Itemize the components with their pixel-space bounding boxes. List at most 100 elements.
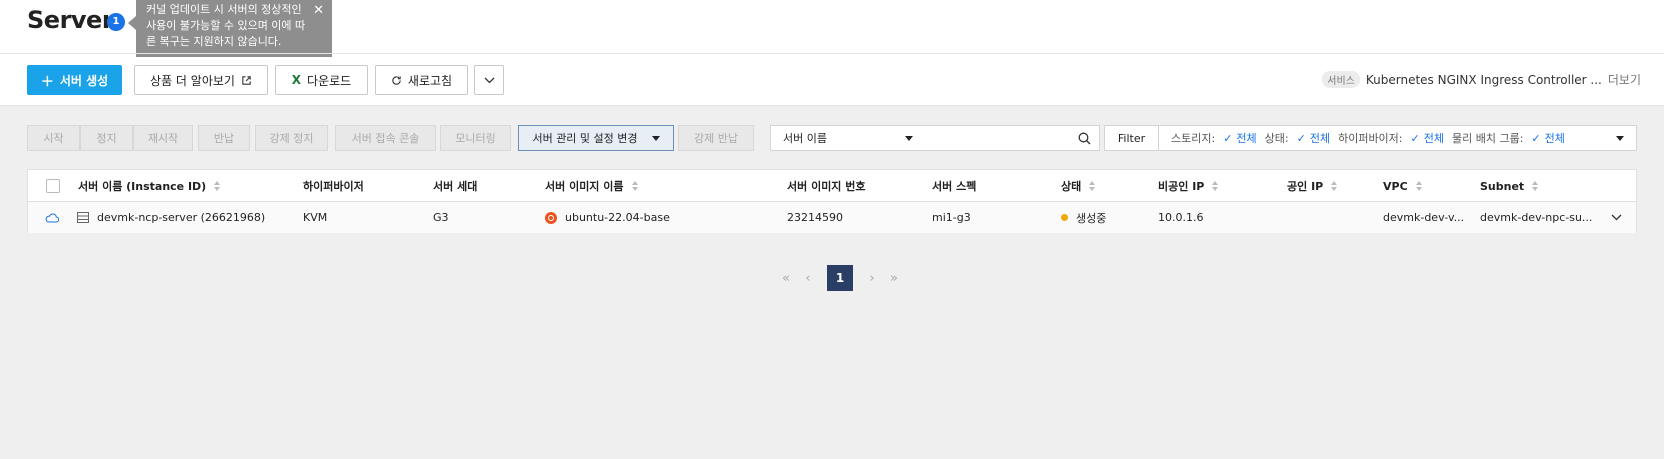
caret-down-icon [905,135,913,141]
filter-expand-icon[interactable] [1616,135,1624,141]
col-subnet[interactable]: Subnet [1480,170,1539,202]
image-no-cell: 23214590 [787,211,843,224]
sort-icon [631,181,638,191]
status-dot-icon [1061,214,1068,221]
row-expand-icon[interactable] [1611,202,1622,233]
filter-hypervisor[interactable]: 하이퍼바이저: ✓ 전체 [1338,130,1444,146]
filter-hypervisor-value: 전체 [1423,132,1444,145]
learn-more-button[interactable]: 상품 더 알아보기 [134,65,268,95]
download-button[interactable]: X 다운로드 [275,65,368,95]
server-table: 서버 이름 (Instance ID) 하이퍼바이저 서버 세대 서버 이미지 … [27,169,1637,233]
force-return-button[interactable]: 강제 반납 [678,125,754,151]
restart-button[interactable]: 재시작 [133,125,193,151]
cloud-icon [45,202,59,233]
return-button[interactable]: 반납 [198,125,250,151]
close-icon[interactable]: ✕ [313,4,324,18]
table-header: 서버 이름 (Instance ID) 하이퍼바이저 서버 세대 서버 이미지 … [28,170,1636,202]
filter-storage-value: 전체 [1236,132,1257,145]
console-button[interactable]: 서버 접속 콘솔 [335,125,436,151]
last-page-icon[interactable]: » [883,265,905,291]
notice-badge[interactable]: 1 [107,13,125,31]
plus-icon: ＋ [40,74,54,90]
hypervisor-cell: KVM [303,211,328,224]
start-button[interactable]: 시작 [27,125,80,151]
refresh-label: 새로고침 [407,73,453,88]
next-page-icon[interactable]: › [861,265,883,291]
status-cell: 생성중 [1061,202,1106,233]
col-image-no: 서버 이미지 번호 [787,170,866,202]
tooltip-text: 커널 업데이트 시 서버의 정상적인 사용이 불가능할 수 있으며 이에 따른 … [146,3,306,48]
force-stop-button[interactable]: 강제 정지 [255,125,328,151]
header-divider [0,53,1664,54]
page-current[interactable]: 1 [827,265,853,291]
col-public-ip-label: 공인 IP [1287,180,1324,193]
sort-icon [1089,181,1096,191]
create-server-label: 서버 생성 [59,73,109,88]
server-name-cell[interactable]: devmk-ncp-server (26621968) [77,202,287,233]
sort-icon [214,181,221,191]
col-spec-label: 서버 스펙 [932,180,977,193]
sort-icon [1331,181,1338,191]
caret-down-icon [651,135,660,141]
filter-storage[interactable]: 스토리지: ✓ 전체 [1171,130,1257,146]
filter-button[interactable]: Filter [1105,126,1159,150]
check-icon: ✓ [1410,131,1420,145]
col-status-label: 상태 [1061,180,1082,193]
col-status[interactable]: 상태 [1061,170,1096,202]
generation-cell: G3 [433,211,449,224]
search-icon[interactable] [1078,132,1091,145]
search-input[interactable] [925,125,1100,151]
page-header: Server 1 커널 업데이트 시 서버의 정상적인 사용이 불가능할 수 있… [0,0,1664,106]
filter-placement-label: 물리 배치 그룹: [1451,132,1524,145]
chevron-down-icon [484,77,494,83]
col-subnet-label: Subnet [1480,179,1525,193]
filter-bar: Filter 스토리지: ✓ 전체 상태: ✓ 전체 하이퍼바이저: ✓ 전체 … [1104,125,1637,151]
service-name-link[interactable]: Kubernetes NGINX Ingress Controller ... [1366,73,1602,87]
first-page-icon[interactable]: « [775,265,797,291]
col-server-name[interactable]: 서버 이름 (Instance ID) [78,170,221,202]
filter-status[interactable]: 상태: ✓ 전체 [1265,130,1330,146]
learn-more-label: 상품 더 알아보기 [150,73,235,88]
monitoring-button[interactable]: 모니터링 [440,125,511,151]
col-hypervisor-label: 하이퍼바이저 [303,180,364,193]
col-public-ip[interactable]: 공인 IP [1287,170,1338,202]
col-server-name-label: 서버 이름 (Instance ID) [78,180,207,193]
ubuntu-icon [545,211,557,224]
more-link[interactable]: 더보기 [1608,71,1641,88]
filter-storage-label: 스토리지: [1171,132,1216,145]
refresh-button[interactable]: 새로고침 [375,65,468,95]
table-row[interactable]: devmk-ncp-server (26621968) KVM G3 ubunt… [28,202,1636,233]
filter-placement-group[interactable]: 물리 배치 그룹: ✓ 전체 [1452,130,1565,146]
select-all-checkbox[interactable] [46,170,60,202]
check-icon: ✓ [1531,131,1541,145]
col-hypervisor: 하이퍼바이저 [303,170,364,202]
image-name-cell: ubuntu-22.04-base [545,202,670,233]
more-actions-button[interactable] [474,65,504,95]
search-field-select[interactable]: 서버 이름 [770,125,926,151]
col-vpc-label: VPC [1383,179,1408,193]
col-image-name[interactable]: 서버 이미지 이름 [545,170,638,202]
col-generation-label: 서버 세대 [433,180,478,193]
private-ip-cell: 10.0.1.6 [1158,211,1204,224]
col-private-ip[interactable]: 비공인 IP [1158,170,1219,202]
subnet-cell: devmk-dev-npc-su... [1480,211,1593,224]
server-manage-label: 서버 관리 및 설정 변경 [532,132,638,145]
excel-icon: X [291,73,302,87]
download-label: 다운로드 [307,73,352,88]
external-link-icon [242,75,251,85]
filter-status-label: 상태: [1264,132,1289,145]
pagination: « ‹ 1 › » [775,265,905,291]
create-server-button[interactable]: ＋ 서버 생성 [27,65,122,95]
sort-icon [1212,181,1219,191]
server-manage-dropdown[interactable]: 서버 관리 및 설정 변경 [518,125,674,151]
page-title: Server [27,6,114,34]
stop-button[interactable]: 정지 [80,125,133,151]
col-vpc[interactable]: VPC [1383,170,1422,202]
col-generation: 서버 세대 [433,170,477,202]
server-icon [77,212,89,223]
spec-cell: mi1-g3 [932,211,971,224]
col-image-no-label: 서버 이미지 번호 [787,180,866,193]
check-icon: ✓ [1296,131,1306,145]
search-field-value: 서버 이름 [783,132,827,145]
prev-page-icon[interactable]: ‹ [797,265,819,291]
